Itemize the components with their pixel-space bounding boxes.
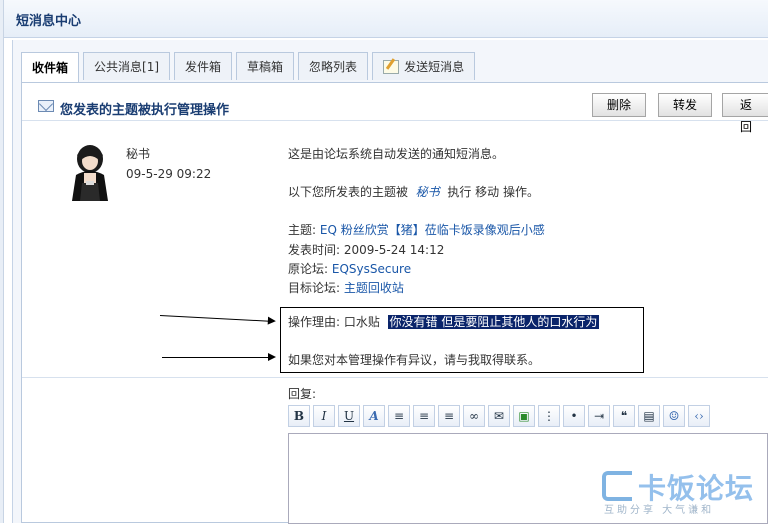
target-forum-label: 目标论坛: — [288, 281, 344, 295]
quote-icon[interactable]: ❝ — [613, 405, 635, 427]
ordered-list-icon[interactable]: ⋮ — [538, 405, 560, 427]
tab-send-message[interactable]: 发送短消息 — [372, 52, 476, 80]
tab-drafts-label: 草稿箱 — [247, 59, 284, 74]
align-center-icon[interactable]: ≡ — [413, 405, 435, 427]
tab-inbox-label: 收件箱 — [32, 60, 69, 75]
message-subject: 您发表的主题被执行管理操作 — [60, 103, 230, 118]
action-suffix: 执行 移动 操作。 — [447, 185, 539, 199]
editor-toolbar: B I U A ≡ ≡ ≡ ∞ ✉ ▣ ⋮ • ⇥ ❝ ▤ ☺ ‹› — [288, 405, 713, 427]
tab-send-message-label: 发送短消息 — [404, 59, 465, 74]
link-icon[interactable]: ∞ — [463, 405, 485, 427]
unordered-list-icon[interactable]: • — [563, 405, 585, 427]
sender-name[interactable]: 秘书 — [126, 145, 150, 162]
post-time-value: 2009-5-24 14:12 — [343, 243, 445, 257]
back-button[interactable]: 返回 — [722, 93, 768, 134]
indent-icon[interactable]: ⇥ — [588, 405, 610, 427]
topic-line: 主题: EQ 粉丝欣赏【猪】莅临卡饭录像观后小感 — [288, 221, 545, 238]
tab-public-messages-label: 公共消息[1] — [94, 59, 160, 74]
tab-ignore-list[interactable]: 忽略列表 — [298, 52, 369, 80]
reason-line: 操作理由: 口水贴 你没有错 但是要阻止其他人的口水行为 — [288, 313, 600, 330]
origin-forum-label: 原论坛: — [288, 262, 332, 276]
italic-icon[interactable]: I — [313, 405, 335, 427]
envelope-icon — [38, 100, 54, 112]
section-divider — [22, 377, 768, 378]
email-icon[interactable]: ✉ — [488, 405, 510, 427]
target-forum-line: 目标论坛: 主题回收站 — [288, 279, 404, 296]
page: 短消息中心 收件箱 公共消息[1] 发件箱 草稿箱 忽略列表 发送短消息 您发表… — [0, 0, 768, 524]
tab-inbox[interactable]: 收件箱 — [21, 52, 80, 82]
bold-icon[interactable]: B — [288, 405, 310, 427]
reason-label: 操作理由: 口水贴 — [288, 315, 380, 329]
tab-public-messages[interactable]: 公共消息[1] — [83, 52, 171, 80]
source-code-icon[interactable]: ‹› — [688, 405, 710, 427]
body-line-system: 这是由论坛系统自动发送的通知短消息。 — [288, 147, 505, 161]
window-header: 短消息中心 — [4, 0, 768, 38]
tab-outbox-label: 发件箱 — [185, 59, 222, 74]
message-panel: 收件箱 公共消息[1] 发件箱 草稿箱 忽略列表 发送短消息 您发表的主题被执行… — [12, 40, 768, 524]
sent-time: 09-5-29 09:22 — [126, 167, 212, 181]
reply-label: 回复: — [288, 387, 317, 401]
align-right-icon[interactable]: ≡ — [438, 405, 460, 427]
forward-button[interactable]: 转发 — [658, 93, 713, 117]
underline-icon[interactable]: U — [338, 405, 360, 427]
font-color-icon[interactable]: A — [363, 405, 385, 427]
tab-drafts[interactable]: 草稿箱 — [236, 52, 295, 80]
post-time-line: 发表时间: 2009-5-24 14:12 — [288, 241, 444, 258]
reason-highlight: 你没有错 但是要阻止其他人的口水行为 — [387, 315, 600, 329]
topic-label: 主题: — [288, 223, 320, 237]
align-left-icon[interactable]: ≡ — [388, 405, 410, 427]
compose-icon — [383, 59, 400, 74]
site-watermark: 卡饭论坛 互助分享 大气谦和 — [602, 465, 762, 517]
post-time-label: 发表时间: — [288, 243, 344, 257]
tab-ignore-list-label: 忽略列表 — [309, 59, 358, 74]
emoticon-icon[interactable]: ☺ — [663, 405, 685, 427]
topic-link[interactable]: EQ 粉丝欣赏【猪】莅临卡饭录像观后小感 — [320, 223, 545, 237]
body-line-action: 以下您所发表的主题被 秘书 执行 移动 操作。 — [288, 183, 539, 200]
action-prefix: 以下您所发表的主题被 — [288, 185, 409, 199]
sender-avatar — [72, 145, 108, 201]
image-icon[interactable]: ▣ — [513, 405, 535, 427]
delete-button[interactable]: 删除 — [592, 93, 647, 117]
contact-line: 如果您对本管理操作有异议，请与我取得联系。 — [288, 353, 541, 367]
window-title: 短消息中心 — [16, 14, 82, 29]
target-forum-link[interactable]: 主题回收站 — [344, 281, 404, 295]
watermark-logo-icon — [602, 471, 632, 501]
moderator-link[interactable]: 秘书 — [416, 185, 440, 199]
origin-forum-line: 原论坛: EQSysSecure — [288, 260, 411, 277]
left-edge — [0, 0, 4, 523]
watermark-sub: 互助分享 大气谦和 — [604, 505, 715, 516]
tab-outbox[interactable]: 发件箱 — [174, 52, 233, 80]
tab-bar: 收件箱 公共消息[1] 发件箱 草稿箱 忽略列表 发送短消息 — [21, 52, 479, 82]
subject-bar: 您发表的主题被执行管理操作 删除 转发 返回 — [22, 83, 768, 134]
code-block-icon[interactable]: ▤ — [638, 405, 660, 427]
origin-forum-link[interactable]: EQSysSecure — [332, 262, 411, 276]
message-content: 您发表的主题被执行管理操作 删除 转发 返回 秘书 09-5-29 09:22 … — [21, 82, 768, 524]
annotation-arrow-2 — [162, 353, 276, 361]
